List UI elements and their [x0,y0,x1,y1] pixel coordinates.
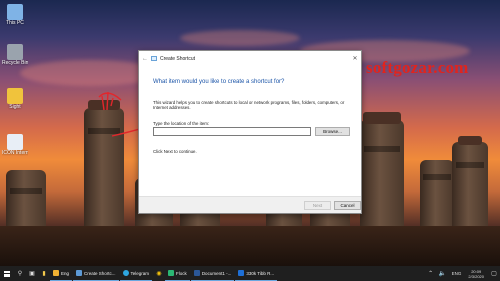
chrome-icon[interactable]: ◉ [153,266,165,281]
create-shortcut-dialog: ← Create Shortcut ✕ What item would you … [138,50,362,214]
taskbar-app-label: Flock [176,270,187,276]
location-input[interactable] [153,127,311,136]
recycle-bin-icon [7,44,23,60]
start-button[interactable] [0,266,14,281]
cancel-button[interactable]: Cancel [334,201,361,210]
folder-icon [7,88,23,104]
taskbar: ⚲ ▣ ▮ Eng Create Shortc... Telegram ◉ Fl… [0,266,500,281]
desktop-icon-label: This PC [6,20,24,26]
taskbar-app-label: Telegram [130,270,150,276]
taskbar-app-label: 330k Tibb R... [246,270,275,276]
close-icon[interactable]: ✕ [349,55,361,62]
location-label: Type the location of the item: [153,121,210,126]
taskbar-app-create-shortcut[interactable]: Create Shortc... [73,266,119,281]
taskbar-app-word[interactable]: Document1 -... [190,266,235,281]
notifications-icon[interactable]: ▢ [488,266,500,281]
app-icon [76,270,83,276]
windows-icon [4,270,10,277]
desktop-icon-recycle-bin[interactable]: Recycle Bin [2,44,28,66]
search-icon[interactable]: ⚲ [14,266,26,281]
dialog-description: This wizard helps you to create shortcut… [153,100,345,111]
app-icon [53,270,59,276]
task-view-icon[interactable]: ▣ [26,266,38,281]
browse-button[interactable]: Browse... [315,127,350,136]
browser-icon [238,270,245,276]
desktop-icon-label: Recycle Bin [2,60,28,66]
dialog-title: Create Shortcut [160,55,196,62]
taskbar-app-browser[interactable]: 330k Tibb R... [235,266,278,281]
clock[interactable]: 20:09 2/3/2020 [464,269,488,279]
clock-date: 2/3/2020 [468,273,484,279]
taskbar-app-telegram[interactable]: Telegram [119,266,153,281]
taskbar-app-flock[interactable]: Flock [165,266,190,281]
taskbar-app-eng[interactable]: Eng [50,266,73,281]
taskbar-app-label: Eng [61,270,70,276]
chevron-up-icon[interactable]: ⌃ [425,266,437,281]
desktop-icon-label: Sight [9,104,21,110]
computer-icon [7,4,23,20]
ground [0,226,500,266]
desktop-icon-this-pc[interactable]: This PC [2,4,28,26]
dialog-footer: Next Cancel [139,196,361,213]
telegram-icon [122,270,129,276]
next-button[interactable]: Next [304,201,331,210]
taskbar-app-label: Document1 -... [201,270,232,276]
desktop-icon-sight[interactable]: Sight [2,88,28,110]
speaker-icon[interactable]: 🔈 [437,266,449,281]
dialog-hint: Click Next to continue. [153,149,197,154]
back-arrow-icon[interactable]: ← [139,56,151,62]
cloud [180,30,300,46]
watermark: softgozar.com [366,58,469,77]
flock-icon [168,270,175,276]
word-icon [193,270,200,276]
dialog-title-bar: ← Create Shortcut ✕ [139,51,361,66]
language-indicator[interactable]: ENG [449,266,465,281]
desktop-icon-label: ICON Internet [2,150,28,156]
desktop-icon-internet[interactable]: ICON Internet [2,134,28,156]
taskbar-app-label: Create Shortc... [84,270,116,276]
dialog-heading: What item would you like to create a sho… [153,79,285,85]
document-icon [7,134,23,150]
shortcut-icon [151,56,157,61]
file-explorer-icon[interactable]: ▮ [38,266,50,281]
